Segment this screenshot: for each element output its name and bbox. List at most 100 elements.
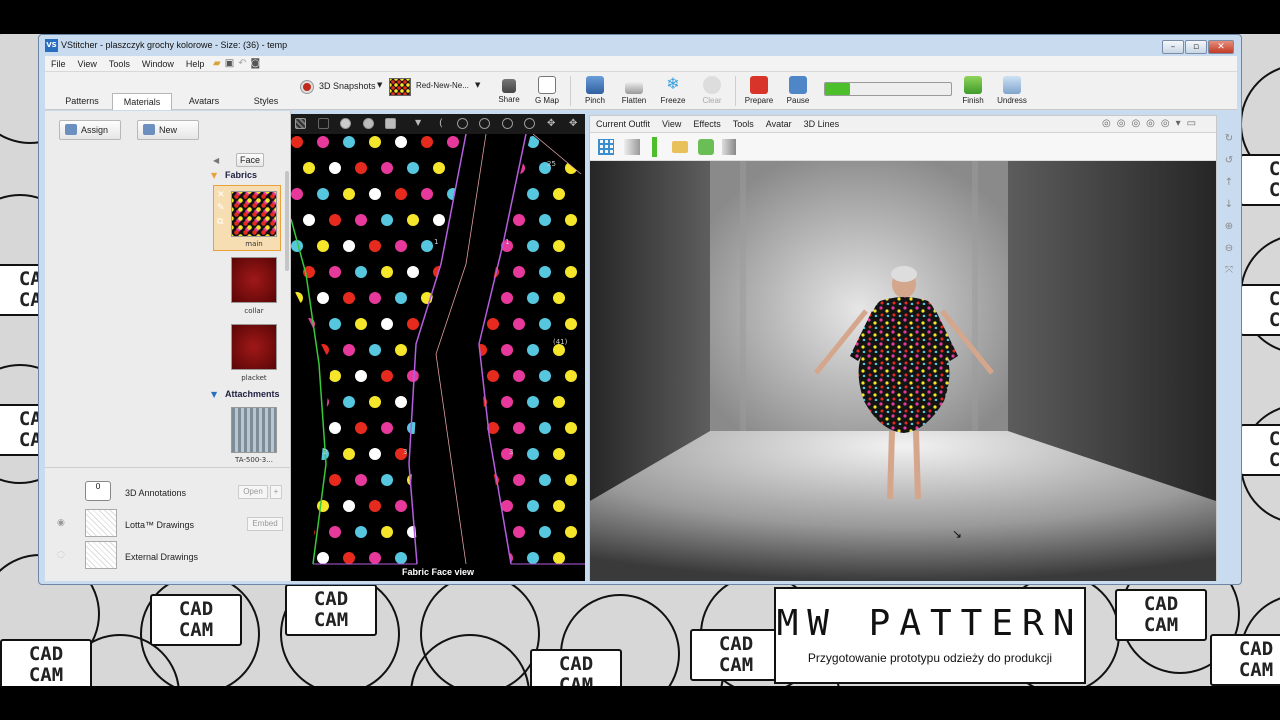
- menu-3d-lines[interactable]: 3D Lines: [798, 116, 846, 133]
- down-icon[interactable]: ↓: [1223, 199, 1235, 211]
- fabric-swatch-placket[interactable]: [231, 324, 277, 370]
- finish-button[interactable]: Finish: [956, 76, 990, 105]
- pinch-button[interactable]: Pinch: [578, 76, 612, 105]
- tab-materials[interactable]: Materials: [112, 93, 172, 110]
- minimize-button[interactable]: –: [1162, 40, 1184, 54]
- measure-icon[interactable]: [652, 137, 657, 157]
- lotta-drawing-thumbnail: [85, 509, 117, 537]
- fabric-swatch-collar[interactable]: [231, 257, 277, 303]
- clear-button[interactable]: Clear: [695, 76, 729, 105]
- menu-avatar[interactable]: Avatar: [760, 116, 798, 133]
- hex-icon[interactable]: [340, 118, 351, 129]
- menu-help[interactable]: Help: [180, 56, 211, 72]
- eye-hidden-icon[interactable]: ◌: [57, 550, 65, 560]
- eye-icon[interactable]: ◉: [57, 518, 65, 528]
- new-button[interactable]: New: [137, 120, 199, 140]
- undress-button[interactable]: Undress: [995, 76, 1029, 105]
- fabric-dot: [317, 500, 329, 512]
- cube-icon[interactable]: [722, 139, 736, 155]
- save-icon[interactable]: ▣: [225, 58, 238, 69]
- fit-icon[interactable]: ⤧: [1223, 265, 1235, 277]
- fabric-dot: [303, 162, 315, 174]
- edit-icon[interactable]: ✎: [217, 203, 225, 213]
- rotate-back-icon[interactable]: ↺: [1223, 155, 1235, 167]
- pause-button[interactable]: Pause: [781, 76, 815, 105]
- 3d-scene[interactable]: ↘: [590, 161, 1216, 581]
- open-folder-icon[interactable]: ▰: [213, 58, 225, 69]
- pattern-2d-view[interactable]: ▼ ( ✥ ✥ 2 3 1 1 3 25 (41) Fabric Face vi…: [291, 114, 585, 581]
- fabric-thumbnail[interactable]: [389, 78, 411, 96]
- close-button[interactable]: ✕: [1208, 40, 1234, 54]
- rotate-icon[interactable]: ↻: [1223, 133, 1235, 145]
- zoom-in-icon[interactable]: [479, 118, 490, 129]
- tab-styles[interactable]: Styles: [237, 93, 295, 110]
- up-icon[interactable]: ↑: [1223, 177, 1235, 189]
- tab-avatars[interactable]: Avatars: [175, 93, 233, 110]
- menu-current-outfit[interactable]: Current Outfit: [590, 116, 656, 133]
- menu-tools[interactable]: Tools: [103, 56, 136, 72]
- folder-icon[interactable]: [672, 141, 688, 153]
- move-icon[interactable]: ✥: [569, 118, 580, 129]
- collapse-icon[interactable]: ◀: [213, 156, 219, 165]
- fabric-dot: [527, 344, 539, 356]
- menu-effects[interactable]: Effects: [687, 116, 726, 133]
- bracket-icon[interactable]: (: [439, 118, 450, 129]
- menu-3d-tools[interactable]: Tools: [727, 116, 760, 133]
- tab-patterns[interactable]: Patterns: [55, 93, 109, 110]
- shape-icon[interactable]: [363, 118, 374, 129]
- fabrics-scrollbar[interactable]: [285, 171, 289, 271]
- zoom-icon[interactable]: [502, 118, 513, 129]
- undo-icon[interactable]: ↶: [238, 58, 250, 69]
- fabric-dot: [553, 188, 565, 200]
- menu-3d-view[interactable]: View: [656, 116, 687, 133]
- zoom-out-icon[interactable]: [524, 118, 535, 129]
- fabric-dot: [513, 422, 525, 434]
- fabric-dot: [565, 214, 577, 226]
- record-icon[interactable]: [301, 81, 313, 93]
- view-control-icons[interactable]: ◎◎◎◎◎▾▭: [1102, 118, 1202, 129]
- snapshots-dropdown[interactable]: 3D Snapshots: [319, 81, 376, 91]
- attachment-swatch[interactable]: [231, 407, 277, 453]
- menu-view[interactable]: View: [72, 56, 103, 72]
- gmap-button[interactable]: G Map: [530, 76, 564, 105]
- fabric-dot: [501, 500, 513, 512]
- prepare-button[interactable]: Prepare: [742, 76, 776, 105]
- expand-icon: ▼: [211, 390, 218, 399]
- fabric-dot: [513, 526, 525, 538]
- draw-icon[interactable]: [318, 118, 329, 129]
- fabric-dot: [447, 344, 459, 356]
- fabric-dot: [479, 448, 487, 460]
- camera-icon[interactable]: ◙: [251, 58, 265, 69]
- menu-window[interactable]: Window: [136, 56, 180, 72]
- embed-button[interactable]: Embed: [247, 517, 283, 531]
- annotations-add-button[interactable]: +: [270, 485, 282, 499]
- menu-file[interactable]: File: [45, 56, 72, 72]
- zoom-in-icon[interactable]: ⊕: [1223, 221, 1235, 233]
- fabric-dot: [501, 188, 513, 200]
- grid-icon[interactable]: [598, 139, 614, 155]
- background-icon[interactable]: [624, 139, 640, 155]
- cad-cam-monitor: CADCAM: [530, 649, 622, 686]
- flatten-button[interactable]: Flatten: [617, 76, 651, 105]
- fabric-dropdown[interactable]: Red-New-Ne...: [416, 81, 469, 90]
- seam-number: 25: [547, 160, 556, 168]
- fabric-dot: [329, 422, 341, 434]
- 3d-view[interactable]: Current Outfit View Effects Tools Avatar 3D L…: [589, 115, 1217, 581]
- pan-icon[interactable]: ✥: [547, 118, 558, 129]
- assign-button[interactable]: Assign: [59, 120, 121, 140]
- 3d-icon[interactable]: [385, 118, 396, 129]
- maximize-button[interactable]: ▫: [1185, 40, 1207, 54]
- face-button[interactable]: Face: [236, 153, 264, 167]
- grid-icon[interactable]: [295, 118, 306, 129]
- copy-icon[interactable]: ⧉: [217, 217, 223, 227]
- export-icon[interactable]: [698, 139, 714, 155]
- quick-access-icons[interactable]: ▰▣↶◙: [213, 56, 264, 72]
- zoom-out-icon[interactable]: ⊖: [1223, 243, 1235, 255]
- fabric-swatch-main[interactable]: [231, 191, 277, 237]
- zoom-fit-icon[interactable]: [457, 118, 468, 129]
- chevron-down-icon[interactable]: ▼: [415, 118, 426, 129]
- delete-icon[interactable]: ✕: [217, 190, 225, 200]
- share-button[interactable]: Share: [492, 76, 526, 104]
- freeze-button[interactable]: ❄ Freeze: [656, 76, 690, 105]
- annotations-open-button[interactable]: Open: [238, 485, 268, 499]
